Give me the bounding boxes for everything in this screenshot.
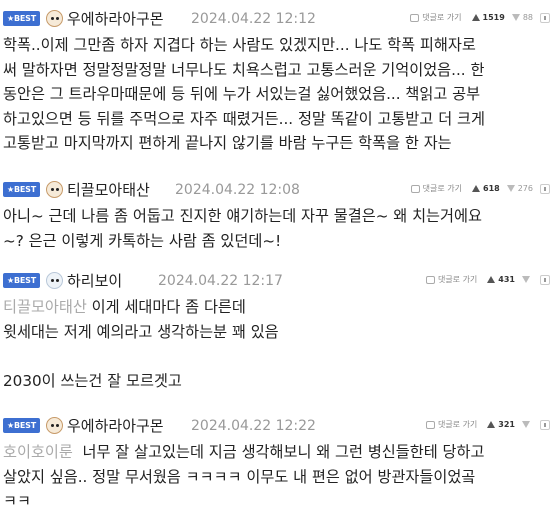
comment-header: ★BEST 하리보이 2024.04.22 12:17 댓글로 가기 431 xyxy=(3,270,554,292)
comment-meta: 댓글로 가기 1519 88 xyxy=(410,12,550,26)
comment-body: 호이호이룬 너무 잘 살고있는데 지금 생각해보니 왜 그런 병신들한테 당하고… xyxy=(3,440,553,514)
thumbs-down-icon[interactable] xyxy=(506,185,515,192)
best-badge: ★BEST xyxy=(3,11,40,26)
comment-meta: 댓글로 가기 321 xyxy=(425,419,550,433)
more-options-icon[interactable] xyxy=(540,183,550,194)
best-badge: ★BEST xyxy=(3,182,40,197)
nickname[interactable]: 우에하라아구몬 xyxy=(67,8,164,30)
reply-link[interactable]: 댓글로 가기 xyxy=(422,12,461,23)
reply-icon[interactable] xyxy=(425,275,435,284)
avatar[interactable] xyxy=(46,10,63,27)
comment-header: ★BEST 우에하라아구몬 2024.04.22 12:22 댓글로 가기 321 xyxy=(3,415,554,437)
best-badge: ★BEST xyxy=(3,418,40,433)
comment-text: 너무 잘 살고있는데 지금 생각해보니 왜 그런 병신들한테 당하고 살았지 싶… xyxy=(3,443,485,510)
upvote-count: 431 xyxy=(498,275,515,284)
downvote-count: 88 xyxy=(522,13,533,22)
comment-item: ★BEST 우에하라아구몬 2024.04.22 12:12 댓글로 가기 151… xyxy=(0,0,557,171)
comment-header: ★BEST 우에하라아구몬 2024.04.22 12:12 댓글로 가기 151… xyxy=(3,8,554,30)
mention-link[interactable]: 티끌모아태산 xyxy=(3,298,87,316)
nickname[interactable]: 우에하라아구몬 xyxy=(67,415,164,437)
reply-icon[interactable] xyxy=(425,420,435,429)
avatar[interactable] xyxy=(46,272,63,289)
comment-body: 아니~ 근데 나름 좀 어둡고 진지한 얘기하는데 자꾸 물결은~ 왜 치는거에… xyxy=(3,207,482,250)
more-options-icon[interactable] xyxy=(540,274,550,285)
more-options-icon[interactable] xyxy=(540,419,550,430)
comment-date: 2024.04.22 12:17 xyxy=(158,273,283,289)
thumbs-up-icon[interactable] xyxy=(487,421,496,428)
reply-icon[interactable] xyxy=(410,184,420,193)
thumbs-up-icon[interactable] xyxy=(487,276,496,283)
best-badge: ★BEST xyxy=(3,273,40,288)
avatar[interactable] xyxy=(46,181,63,198)
thumbs-up-icon[interactable] xyxy=(471,14,480,21)
reply-link[interactable]: 댓글로 가기 xyxy=(423,183,462,194)
reply-link[interactable]: 댓글로 가기 xyxy=(438,274,477,285)
comment-body: 학폭..이제 그만좀 하자 지겹다 하는 사람도 있겠지만... 나도 학폭 피… xyxy=(3,36,485,152)
comment-item: ★BEST 하리보이 2024.04.22 12:17 댓글로 가기 431 티끌… xyxy=(0,262,557,407)
nickname[interactable]: 하리보이 xyxy=(67,270,122,292)
upvote-count: 321 xyxy=(498,420,515,429)
avatar[interactable] xyxy=(46,417,63,434)
reply-link[interactable]: 댓글로 가기 xyxy=(438,419,477,430)
reply-icon[interactable] xyxy=(410,13,420,22)
thumbs-down-icon[interactable] xyxy=(522,276,530,283)
comment-date: 2024.04.22 12:08 xyxy=(175,182,300,198)
more-options-icon[interactable] xyxy=(540,12,550,23)
comment-date: 2024.04.22 12:22 xyxy=(191,418,316,434)
nickname[interactable]: 티끌모아태산 xyxy=(67,179,150,201)
comment-date: 2024.04.22 12:12 xyxy=(191,11,316,27)
comment-item: ★BEST 티끌모아태산 2024.04.22 12:08 댓글로 가기 618 2… xyxy=(0,171,557,262)
upvote-count: 1519 xyxy=(482,13,505,22)
comment-header: ★BEST 티끌모아태산 2024.04.22 12:08 댓글로 가기 618 2… xyxy=(3,179,554,201)
upvote-count: 618 xyxy=(483,184,500,193)
thumbs-down-icon[interactable] xyxy=(511,14,520,21)
comment-item: ★BEST 우에하라아구몬 2024.04.22 12:22 댓글로 가기 321… xyxy=(0,407,557,523)
thumbs-up-icon[interactable] xyxy=(472,185,481,192)
comment-meta: 댓글로 가기 431 xyxy=(425,274,550,288)
mention-link[interactable]: 호이호이룬 xyxy=(3,443,73,461)
comment-meta: 댓글로 가기 618 276 xyxy=(410,183,550,197)
downvote-count: 276 xyxy=(517,184,533,193)
thumbs-down-icon[interactable] xyxy=(522,421,530,428)
comment-body: 티끌모아태산 이게 세대마다 좀 다른데 윗세대는 저게 예의라고 생각하는분 … xyxy=(3,295,553,393)
